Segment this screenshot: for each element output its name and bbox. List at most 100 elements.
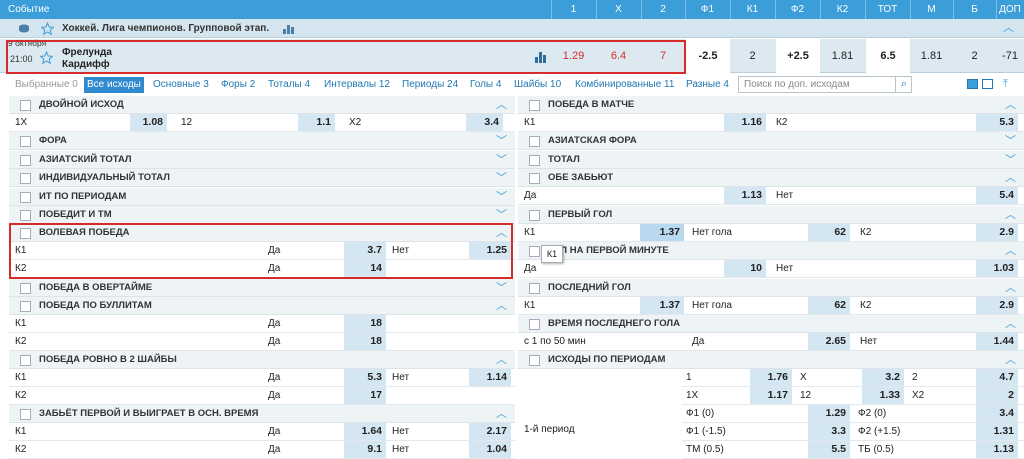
market-header[interactable]: ПЕРВЫЙ ГОЛ ︿ — [518, 206, 1024, 224]
checkbox[interactable] — [529, 100, 540, 111]
odd-value[interactable]: 1.17 — [750, 387, 792, 404]
odd-value[interactable]: 17 — [344, 387, 386, 404]
header-col-k2[interactable]: К2 — [820, 0, 865, 19]
market-header[interactable]: ИНДИВИДУАЛЬНЫЙ ТОТАЛ ﹀ — [9, 169, 515, 187]
tab-selected[interactable]: Выбранные 0 — [12, 77, 81, 93]
checkbox[interactable] — [529, 173, 540, 184]
market-header[interactable]: ИТ ПО ПЕРИОДАМ ﹀ — [9, 188, 515, 206]
market-header[interactable]: ОБЕ ЗАБЬЮТ ︿ — [518, 169, 1024, 187]
tab-main[interactable]: Основные 3 — [150, 77, 212, 93]
odd-value[interactable]: 1.13 — [976, 441, 1018, 458]
header-col-b[interactable]: Б — [953, 0, 996, 19]
chevron-up-icon[interactable]: ︿ — [496, 405, 507, 423]
market-header[interactable]: ФОРА ﹀ — [9, 132, 515, 150]
odd-value[interactable]: 1.44 — [976, 333, 1018, 350]
odd-f1[interactable]: -2.5 — [686, 39, 730, 73]
odd-value[interactable]: 1.25 — [469, 242, 511, 259]
odd-value[interactable]: 3.4 — [466, 114, 503, 131]
odd-value[interactable]: 18 — [344, 333, 386, 350]
odd-value[interactable]: 1.29 — [808, 405, 850, 422]
odd-k2[interactable]: 1.81 — [820, 39, 865, 73]
odd-b[interactable]: 2 — [953, 39, 996, 73]
odd-value[interactable]: 1.64 — [344, 423, 386, 440]
odd-tot[interactable]: 6.5 — [866, 39, 910, 73]
header-col-tot[interactable]: ТОТ — [865, 0, 910, 19]
chevron-down-icon[interactable]: ﹀ — [1005, 132, 1016, 150]
tab-goals[interactable]: Голы 4 — [467, 77, 504, 93]
odd-value[interactable]: 1.08 — [130, 114, 167, 131]
checkbox[interactable] — [529, 283, 540, 294]
one-column-view-icon[interactable] — [982, 79, 993, 89]
market-header[interactable]: ГОЛ НА ПЕРВОЙ МИНУТЕ ︿ — [518, 242, 1024, 260]
header-col-f1[interactable]: Ф1 — [685, 0, 730, 19]
chevron-up-icon[interactable]: ︿ — [1005, 279, 1016, 297]
chevron-up-icon[interactable]: ︿ — [1005, 169, 1016, 187]
checkbox[interactable] — [529, 136, 540, 147]
odd-value[interactable]: 14 — [344, 260, 386, 277]
match-stats-icon[interactable] — [535, 51, 548, 63]
odd-value[interactable]: 2.17 — [469, 423, 511, 440]
chevron-up-icon[interactable]: ︿ — [1005, 96, 1016, 114]
tab-pucks[interactable]: Шайбы 10 — [511, 77, 564, 93]
odd-value[interactable]: 5.5 — [808, 441, 850, 458]
odd-value[interactable]: 1.76 — [750, 369, 792, 386]
chevron-down-icon[interactable]: ﹀ — [496, 279, 507, 297]
odd-x[interactable]: 6.4 — [596, 39, 641, 73]
checkbox[interactable] — [529, 210, 540, 221]
market-header[interactable]: ПОСЛЕДНИЙ ГОЛ ︿ — [518, 279, 1024, 297]
header-col-m[interactable]: М — [910, 0, 953, 19]
checkbox[interactable] — [20, 301, 31, 312]
odd-value[interactable]: 1.31 — [976, 423, 1018, 440]
tab-totals[interactable]: Тоталы 4 — [265, 77, 313, 93]
odd-dop[interactable]: -71 — [996, 39, 1024, 73]
tab-all[interactable]: Все исходы — [84, 77, 144, 93]
checkbox[interactable] — [20, 155, 31, 166]
market-header[interactable]: ВОЛЕВАЯ ПОБЕДА ︿ — [9, 224, 515, 242]
tab-combined[interactable]: Комбинированные 11 — [572, 77, 677, 93]
odd-value[interactable]: 1.13 — [724, 187, 766, 204]
checkbox[interactable] — [20, 355, 31, 366]
odd-value[interactable]: 62 — [808, 297, 850, 314]
odd-value[interactable]: 3.2 — [862, 369, 904, 386]
odd-value[interactable]: 5.3 — [976, 114, 1018, 131]
odd-value[interactable]: 10 — [724, 260, 766, 277]
odd-value[interactable]: 1.16 — [724, 114, 766, 131]
market-header[interactable]: АЗИАТСКАЯ ФОРА ﹀ — [518, 132, 1024, 150]
chevron-up-icon[interactable]: ︿ — [496, 224, 507, 242]
odd-value[interactable]: 18 — [344, 315, 386, 332]
market-header[interactable]: ПОБЕДА РОВНО В 2 ШАЙБЫ ︿ — [9, 351, 515, 369]
odd-k1[interactable]: 2 — [730, 39, 775, 73]
checkbox[interactable] — [529, 246, 540, 257]
tab-misc[interactable]: Разные 4 — [683, 77, 732, 93]
odd-value[interactable]: 5.3 — [344, 369, 386, 386]
odd-value[interactable]: 4.7 — [976, 369, 1018, 386]
odd-value[interactable]: 2 — [976, 387, 1018, 404]
checkbox[interactable] — [529, 155, 540, 166]
market-header[interactable]: ПОБЕДА В ОВЕРТАЙМЕ ﹀ — [9, 279, 515, 297]
checkbox[interactable] — [20, 192, 31, 203]
odd-1[interactable]: 1.29 — [551, 39, 596, 73]
odd-value[interactable]: 1.1 — [298, 114, 335, 131]
checkbox[interactable] — [20, 228, 31, 239]
checkbox[interactable] — [20, 136, 31, 147]
checkbox[interactable] — [529, 319, 540, 330]
stats-icon[interactable] — [283, 24, 295, 34]
checkbox[interactable] — [20, 210, 31, 221]
odd-value[interactable]: 1.37 — [640, 297, 684, 314]
chevron-down-icon[interactable]: ﹀ — [496, 188, 507, 206]
header-col-dop[interactable]: ДОП — [996, 0, 1024, 19]
chevron-up-icon[interactable]: ︿ — [1005, 206, 1016, 224]
market-header[interactable]: ПОБЕДА ПО БУЛЛИТАМ ︿ — [9, 297, 515, 315]
market-header[interactable]: ВРЕМЯ ПОСЛЕДНЕГО ГОЛА ︿ — [518, 315, 1024, 333]
header-col-k1[interactable]: К1 — [730, 0, 775, 19]
checkbox[interactable] — [20, 283, 31, 294]
odd-value[interactable]: 3.3 — [808, 423, 850, 440]
checkbox[interactable] — [20, 173, 31, 184]
chevron-up-icon[interactable]: ︿ — [496, 297, 507, 315]
tab-periods[interactable]: Периоды 24 — [399, 77, 461, 93]
star-icon[interactable] — [41, 22, 54, 35]
odd-m[interactable]: 1.81 — [910, 39, 953, 73]
header-col-f2[interactable]: Ф2 — [775, 0, 820, 19]
odd-value[interactable]: 1.03 — [976, 260, 1018, 277]
odd-2[interactable]: 7 — [641, 39, 685, 73]
